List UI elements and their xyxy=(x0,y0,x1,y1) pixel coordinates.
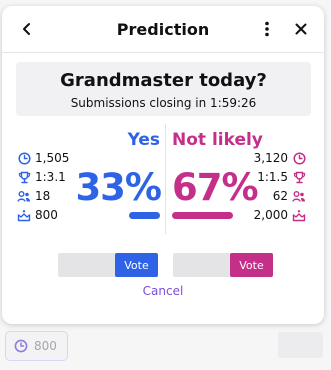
no-stat-value: 2,000 xyxy=(253,208,288,222)
outcome-yes-bar xyxy=(129,212,160,219)
vote-no-amount-field[interactable]: Vote xyxy=(173,253,273,277)
yes-stat-value: 800 xyxy=(35,208,58,222)
yes-stat-value: 1:3.1 xyxy=(35,170,66,184)
more-options-button[interactable] xyxy=(256,18,278,40)
points-icon xyxy=(292,208,306,222)
prediction-dialog: Prediction Grandmaster today? Submission… xyxy=(2,6,324,324)
outcome-no-bar xyxy=(172,212,233,219)
no-stat-ratio: 1:1.5 xyxy=(257,169,306,185)
users-icon xyxy=(17,189,31,203)
outcome-no-percent: 67% xyxy=(172,166,259,209)
clock-icon xyxy=(292,151,306,165)
yes-stat-users: 18 xyxy=(17,188,50,204)
background-placeholder xyxy=(278,332,323,358)
users-icon xyxy=(292,189,306,203)
yes-stat-value: 18 xyxy=(35,189,51,203)
no-stat-value: 3,120 xyxy=(253,151,288,165)
question-box: Grandmaster today? Submissions closing i… xyxy=(16,62,311,116)
outcome-no-label: Not likely xyxy=(172,130,263,150)
no-stat-users: 62 xyxy=(273,188,306,204)
close-icon xyxy=(295,23,307,35)
channel-points-chip[interactable]: 800 xyxy=(5,331,68,361)
back-button[interactable] xyxy=(16,18,38,40)
dialog-header: Prediction xyxy=(2,6,324,53)
no-stat-channel-points: 2,000 xyxy=(254,207,306,223)
vote-yes-amount-field[interactable]: Vote xyxy=(58,253,158,277)
closing-timer: Submissions closing in 1:59:26 xyxy=(70,96,257,110)
more-vertical-icon xyxy=(265,21,269,37)
channel-points-value: 800 xyxy=(34,339,57,353)
vote-yes-button[interactable]: Vote xyxy=(115,253,158,277)
prediction-question: Grandmaster today? xyxy=(60,70,267,91)
points-icon xyxy=(17,208,31,222)
yes-stat-value: 1,505 xyxy=(35,151,70,165)
close-button[interactable] xyxy=(290,18,312,40)
clock-icon xyxy=(17,151,31,165)
trophy-icon xyxy=(292,170,306,184)
no-stat-value: 62 xyxy=(272,189,288,203)
clock-icon xyxy=(14,339,28,353)
outcome-divider xyxy=(165,124,166,234)
cancel-link[interactable]: Cancel xyxy=(2,284,324,298)
dialog-title: Prediction xyxy=(116,19,210,39)
chevron-left-icon xyxy=(23,23,30,35)
trophy-icon xyxy=(17,170,31,184)
outcome-yes-label: Yes xyxy=(127,130,160,150)
yes-stat-ratio: 1:3.1 xyxy=(17,169,66,185)
vote-no-button[interactable]: Vote xyxy=(230,253,273,277)
no-stat-points: 3,120 xyxy=(254,150,306,166)
yes-stat-points: 1,505 xyxy=(17,150,69,166)
outcome-yes-percent: 33% xyxy=(75,166,162,209)
no-stat-value: 1:1.5 xyxy=(257,170,288,184)
yes-stat-channel-points: 800 xyxy=(17,207,58,223)
